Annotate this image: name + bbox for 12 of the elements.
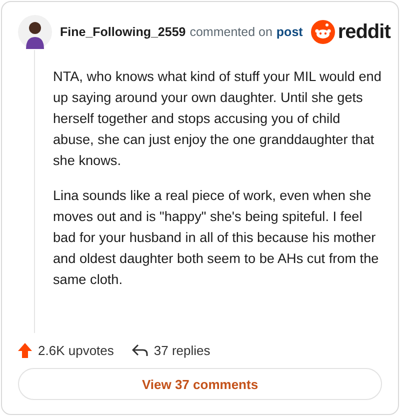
- username[interactable]: Fine_Following_2559: [60, 25, 186, 39]
- reply-count: 37 replies: [154, 343, 210, 358]
- reddit-logo-icon: [310, 20, 335, 44]
- comment-paragraph: Lina sounds like a real piece of work, even when she moves out and is "happy" she's being spiteful. I feel bad for your husband in all of this because his mother and oldest daughter both seem to be AHs cut from the same cloth.: [53, 187, 380, 289]
- reddit-wordmark: reddit: [338, 20, 390, 44]
- view-comments-button[interactable]: View 37 comments: [18, 368, 382, 400]
- comment-paragraph: NTA, who knows what kind of stuff your MIL would end up saying around your own daughter. Until she gets herself together and stops accusing you of child abuse, she can just enjoy the one granddaughter that she knows.: [53, 68, 382, 170]
- post-link[interactable]: post: [276, 25, 303, 39]
- action-text: commented on: [190, 25, 272, 39]
- reply-icon[interactable]: [132, 344, 148, 357]
- upvote-count: 2.6K upvotes: [38, 343, 114, 358]
- upvote-icon[interactable]: [18, 343, 32, 358]
